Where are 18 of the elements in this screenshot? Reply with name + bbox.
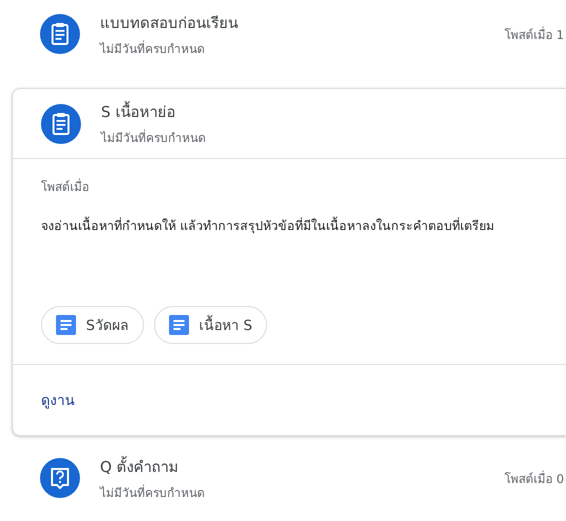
- view-work-link[interactable]: ดูงาน: [41, 389, 75, 411]
- due-date-text: ไม่มีวันที่ครบกำหนด: [101, 128, 206, 147]
- clipboard-icon: [41, 104, 81, 144]
- item-title[interactable]: แบบทดสอบก่อนเรียน: [100, 10, 238, 34]
- item-title[interactable]: S เนื้อหาย่อ: [101, 100, 176, 124]
- posted-date-text: โพสต์เมื่อ 1: [504, 26, 564, 44]
- posted-date-text: โพสต์เมื่อ 0: [504, 470, 564, 488]
- posted-label: โพสต์เมื่อ: [41, 178, 89, 196]
- attachment-chip[interactable]: Sวัดผล: [41, 306, 144, 344]
- due-date-text: ไม่มีวันที่ครบกำหนด: [100, 484, 205, 502]
- item-title[interactable]: Q ตั้งคำถาม: [100, 454, 179, 478]
- due-date-text: ไม่มีวันที่ครบกำหนด: [100, 40, 205, 58]
- assignment-description: จงอ่านเนื้อหาที่กำหนดให้ แล้วทำการสรุปหัวข้อที่มีในเนื้อหาลงในกระคำตอบที่เตรียม: [41, 216, 494, 236]
- document-icon: [56, 315, 76, 335]
- attachment-chip[interactable]: เนื้อหา S: [154, 306, 268, 344]
- clipboard-icon: [40, 14, 80, 54]
- document-icon: [168, 315, 189, 335]
- question-icon: [40, 458, 80, 498]
